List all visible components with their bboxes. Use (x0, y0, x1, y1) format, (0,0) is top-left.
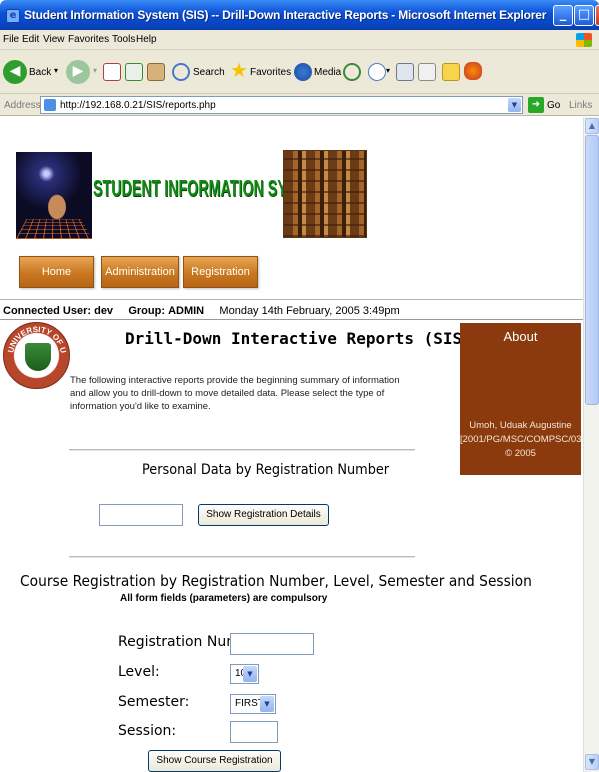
menu-favorites[interactable]: Favorites (68, 34, 109, 45)
close-button[interactable]: X (595, 5, 599, 26)
address-bar: Address http://192.168.0.21/SIS/reports.… (0, 94, 599, 116)
chevron-down-icon[interactable]: ▼ (243, 666, 257, 682)
home-icon[interactable] (147, 63, 165, 81)
history-icon[interactable] (343, 63, 361, 81)
back-dropdown-icon[interactable]: ▾ (54, 66, 58, 75)
show-course-registration-button[interactable]: Show Course Registration (148, 750, 281, 772)
compulsory-note: All form fields (parameters) are compuls… (120, 593, 328, 604)
registration-number-input[interactable] (99, 504, 183, 526)
window-titlebar[interactable]: e Student Information System (SIS) -- Dr… (0, 0, 599, 30)
nav-administration-button[interactable]: Administration (101, 256, 179, 288)
edit-page-icon[interactable] (418, 63, 436, 81)
menu-bar: File Edit View Favorites Tools Help (0, 30, 599, 50)
svg-text:UNIVERSITY OF UYO: UNIVERSITY OF UYO (3, 322, 68, 354)
go-arrow-icon[interactable]: ➜ (528, 97, 544, 113)
address-label: Address (4, 100, 41, 111)
session-input[interactable] (230, 721, 278, 743)
media-button-label[interactable]: Media (314, 67, 341, 78)
menu-view[interactable]: View (43, 34, 65, 45)
page-content: STUDENT INFORMATION SYSTEM(SIS Home Admi… (0, 117, 590, 772)
page-title: Drill-Down Interactive Reports (SIS) (125, 329, 472, 348)
intro-text: The following interactive reports provid… (70, 375, 400, 412)
address-url[interactable]: http://192.168.0.21/SIS/reports.php (60, 100, 216, 111)
show-registration-details-button[interactable]: Show Registration Details (198, 504, 329, 526)
user-value: dev (94, 305, 114, 317)
svg-text:NIGERIA: NIGERIA (23, 368, 52, 379)
user-label: Connected User: (3, 305, 92, 317)
ie-window-icon: e (6, 9, 20, 23)
go-button[interactable]: Go (547, 100, 560, 111)
about-panel: About Umoh, Uduak Augustine [2001/PG/MSC… (460, 323, 590, 475)
about-copyright: © 2005 (505, 448, 536, 459)
nav-registration-button[interactable]: Registration (183, 256, 258, 288)
course-section-title: Course Registration by Registration Numb… (20, 572, 532, 590)
session-label: Session: (118, 723, 177, 739)
address-field[interactable]: http://192.168.0.21/SIS/reports.php ▼ (40, 96, 523, 114)
minimize-button[interactable]: _ (553, 5, 573, 26)
favorites-star-icon[interactable]: ★ (230, 60, 248, 80)
media-icon[interactable] (294, 63, 312, 81)
scroll-down-icon[interactable]: ▼ (585, 754, 599, 770)
group-label: Group: (128, 305, 166, 317)
banner-hand (46, 192, 68, 222)
back-arrow-icon[interactable]: ◀ (3, 60, 27, 84)
folder-icon[interactable] (442, 63, 460, 81)
vertical-scrollbar[interactable]: ▲ ▼ (583, 117, 599, 772)
level-label: Level: (118, 664, 160, 680)
search-button-label[interactable]: Search (193, 67, 225, 78)
menu-help[interactable]: Help (136, 34, 157, 45)
window-title: Student Information System (SIS) -- Dril… (24, 8, 547, 22)
mail-dropdown-icon[interactable]: ▾ (386, 66, 390, 75)
group-value: ADMIN (168, 305, 205, 317)
stop-icon[interactable] (103, 63, 121, 81)
forward-arrow-icon[interactable]: ▶ (66, 60, 90, 84)
section-divider (69, 556, 415, 558)
about-author: Umoh, Uduak Augustine (469, 420, 572, 431)
banner-left-image (16, 152, 92, 239)
header-divider (0, 299, 583, 300)
search-icon[interactable] (172, 63, 190, 81)
back-button-label[interactable]: Back (29, 67, 51, 78)
messenger-icon[interactable] (464, 62, 482, 80)
banner-right-image (283, 150, 367, 238)
forward-dropdown-icon[interactable]: ▾ (93, 66, 97, 75)
semester-select[interactable]: FIRST ▼ (230, 694, 276, 714)
scrollbar-thumb[interactable] (585, 135, 599, 405)
refresh-icon[interactable] (125, 63, 143, 81)
nav-home-button[interactable]: Home (19, 256, 94, 288)
menu-file[interactable]: File (3, 34, 19, 45)
menu-edit[interactable]: Edit (22, 34, 39, 45)
page-icon (44, 99, 56, 111)
banner-grid (16, 219, 92, 239)
menu-tools[interactable]: Tools (112, 34, 135, 45)
favorites-button-label[interactable]: Favorites (250, 67, 291, 78)
scroll-up-icon[interactable]: ▲ (585, 118, 599, 134)
about-title: About (503, 329, 538, 344)
standard-toolbar: ◀ Back ▾ ▶ ▾ Search ★ Favorites Media ▾ (0, 50, 599, 94)
mail-icon[interactable] (368, 63, 386, 81)
session-datetime: Monday 14th February, 2005 3:49pm (219, 305, 400, 317)
course-reg-number-input[interactable] (230, 633, 314, 655)
level-select[interactable]: 100 ▼ (230, 664, 259, 684)
page-viewport: STUDENT INFORMATION SYSTEM(SIS Home Admi… (0, 117, 599, 772)
print-icon[interactable] (396, 63, 414, 81)
windows-logo-icon (576, 33, 592, 47)
semester-label: Semester: (118, 694, 190, 710)
chevron-down-icon[interactable]: ▼ (260, 696, 274, 712)
section-divider (69, 449, 415, 451)
address-dropdown-icon[interactable]: ▼ (508, 98, 521, 112)
session-divider (0, 319, 583, 320)
seal-lettering: UNIVERSITY OF UYO NIGERIA (3, 322, 68, 379)
links-button[interactable]: Links (569, 100, 592, 111)
about-reg-no: [2001/PG/MSC/COMPSC/036] (460, 434, 590, 445)
personal-section-title: Personal Data by Registration Number (142, 462, 390, 478)
university-seal-logo: UNIVERSITY OF UYO NIGERIA (3, 322, 70, 389)
session-info: Connected User: dev Group: ADMIN Monday … (3, 305, 400, 317)
maximize-button[interactable]: □ (574, 5, 594, 26)
